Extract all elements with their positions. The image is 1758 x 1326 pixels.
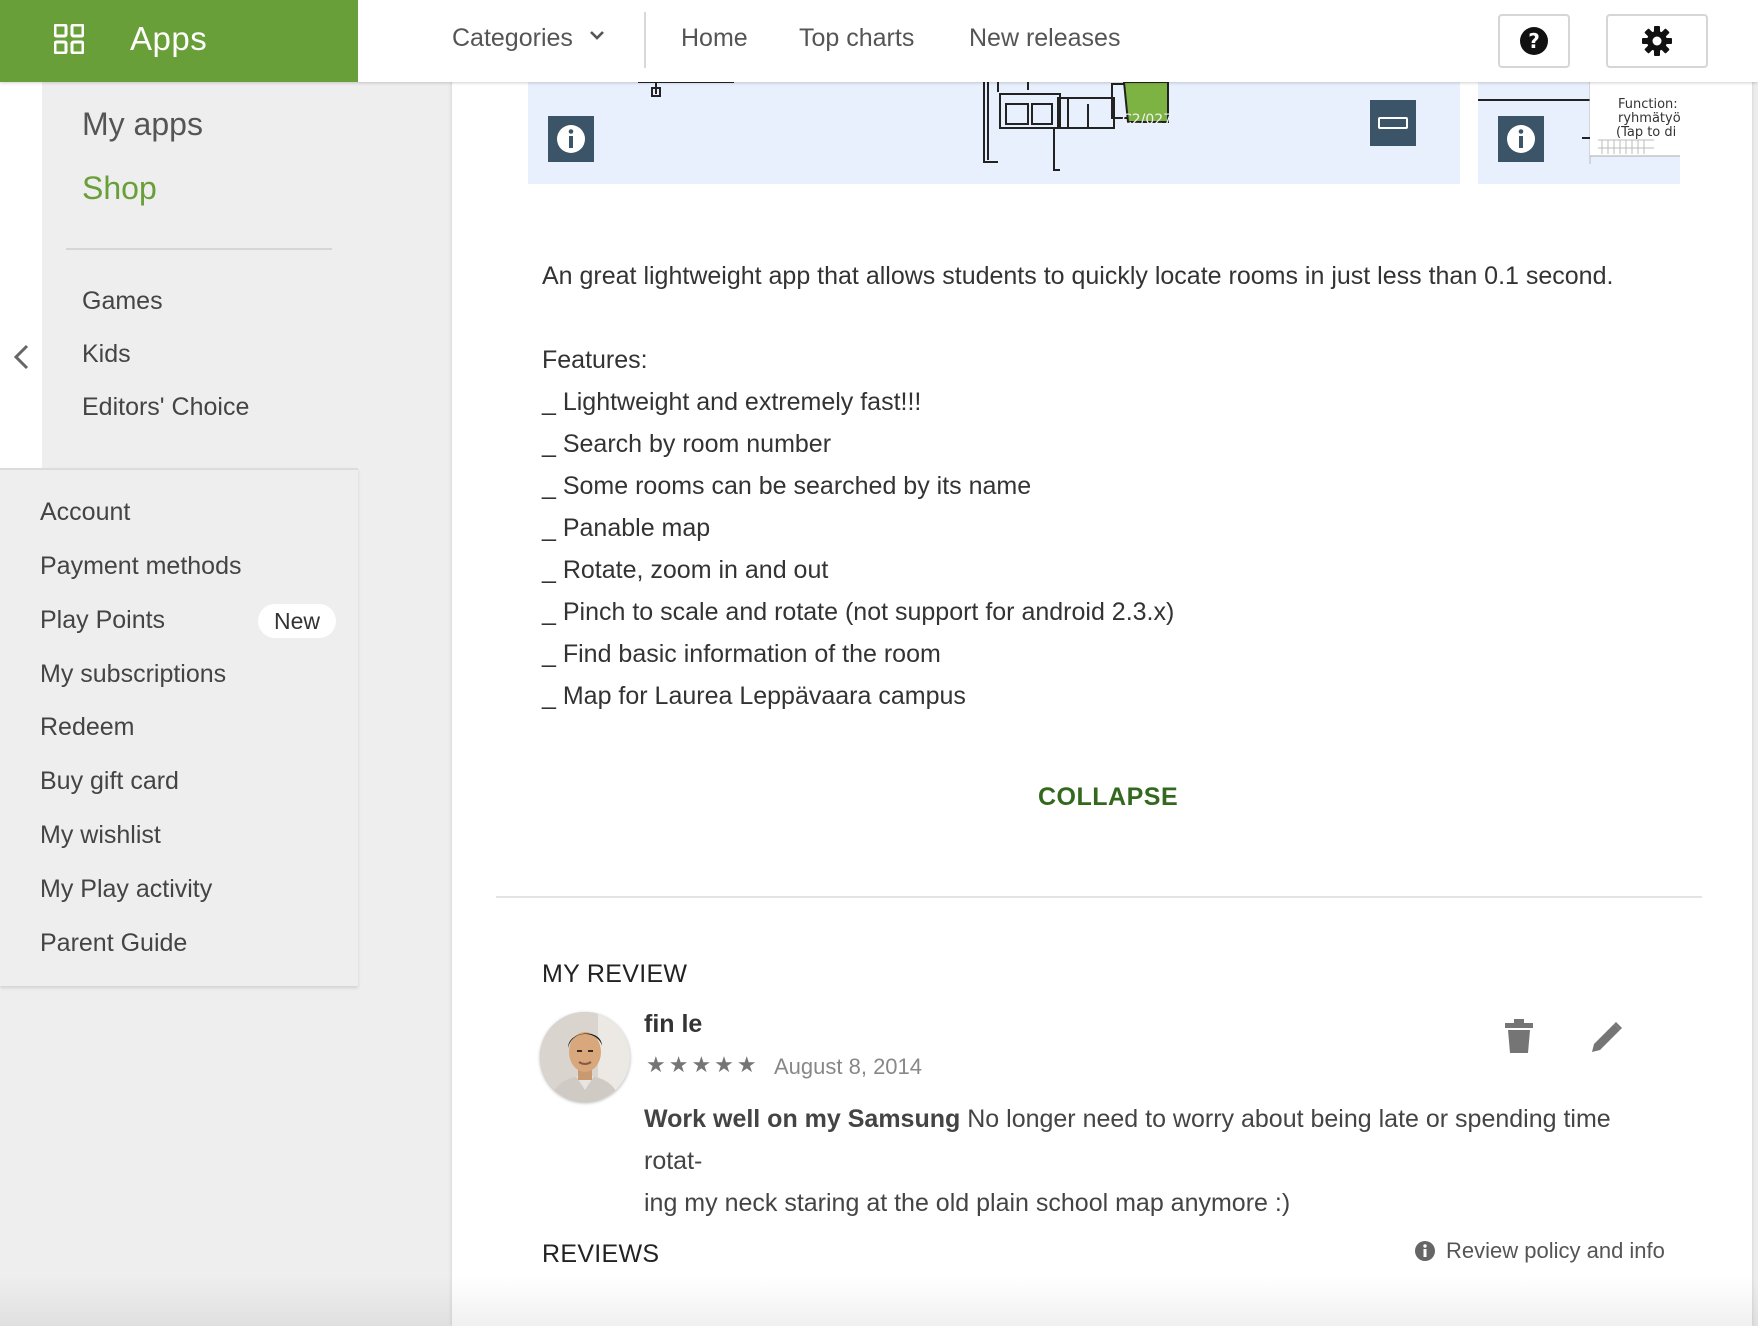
delete-review-button[interactable] (1504, 1018, 1534, 1059)
review-body-line: ing my neck staring at the old plain sch… (644, 1189, 1291, 1217)
review-policy-label: Review policy and info (1446, 1238, 1665, 1263)
gear-icon (1642, 26, 1672, 56)
floor-plan-image: C2/027 (638, 82, 1172, 171)
review-headline: Work well on my Samsung (644, 1105, 961, 1133)
info-button[interactable] (548, 116, 594, 162)
feature-item: _ Rotate, zoom in and out (542, 556, 829, 584)
sidebar-item-my-apps[interactable]: My apps (82, 106, 203, 143)
info-icon (1415, 1241, 1435, 1261)
apps-grid-icon (54, 24, 84, 54)
help-icon: ? (1520, 27, 1548, 55)
feature-item: _ Some rooms can be searched by its name (542, 472, 1032, 500)
user-photo (540, 1012, 630, 1102)
feature-item: _ Lightweight and extremely fast!!! (542, 388, 922, 416)
sidebar-item-buy-gift-card[interactable]: Buy gift card (40, 767, 179, 796)
review-policy-link[interactable]: Review policy and info (1414, 1238, 1665, 1264)
screenshot-thumbnail[interactable]: Function: ryhmätyö (Tap to di (1478, 82, 1680, 184)
sidebar-item-shop[interactable]: Shop (82, 170, 157, 207)
thumb-text-line: Function: (1618, 97, 1678, 112)
rating-stars: ★★★★★ (646, 1052, 760, 1077)
thumb-text-line: (Tap to di (1616, 125, 1676, 140)
sidebar-item-wishlist[interactable]: My wishlist (40, 821, 161, 850)
nav-top-charts[interactable]: Top charts (799, 24, 914, 53)
pencil-icon (1592, 1022, 1622, 1052)
minimize-button[interactable] (1370, 100, 1416, 146)
sidebar-item-parent-guide[interactable]: Parent Guide (40, 929, 187, 958)
screenshot-thumbnail[interactable]: C2/027 (528, 82, 1460, 184)
feature-item: _ Panable map (542, 514, 711, 542)
info-icon (557, 125, 585, 153)
new-badge: New (258, 604, 336, 638)
sidebar-item-editors-choice[interactable]: Editors' Choice (82, 393, 249, 422)
edit-review-button[interactable] (1590, 1020, 1624, 1059)
collapse-button[interactable]: COLLAPSE (1038, 783, 1178, 812)
feature-item: _ Search by room number (542, 430, 832, 458)
avatar (540, 1012, 630, 1102)
sidebar-item-subscriptions[interactable]: My subscriptions (40, 660, 226, 689)
feature-item: _ Find basic information of the room (542, 640, 941, 668)
sidebar-item-kids[interactable]: Kids (82, 340, 131, 369)
features-title: Features: (542, 346, 648, 374)
room-label: C2/027 (1122, 112, 1172, 128)
chevron-down-icon (589, 31, 604, 40)
sidebar-item-redeem[interactable]: Redeem (40, 713, 135, 742)
info-button[interactable] (1498, 116, 1544, 162)
sidebar-item-account[interactable]: Account (40, 498, 130, 527)
sidebar-divider (66, 248, 332, 250)
review-date: August 8, 2014 (774, 1054, 923, 1079)
sidebar-item-games[interactable]: Games (82, 287, 163, 316)
feature-item: _ Map for Laurea Leppävaara campus (542, 682, 966, 710)
sidebar-item-play-points[interactable]: Play Points (40, 606, 165, 635)
thumb-text-line: ryhmätyö (1618, 111, 1680, 126)
chevron-left-icon[interactable] (12, 344, 30, 370)
feature-item: _ Pinch to scale and rotate (not support… (542, 598, 1175, 626)
settings-button[interactable] (1606, 14, 1708, 68)
description-intro: An great lightweight app that allows stu… (542, 262, 1614, 290)
svg-text:?: ? (1528, 29, 1540, 53)
brand-label: Apps (130, 20, 208, 57)
help-button[interactable]: ? (1498, 14, 1570, 68)
nav-divider (644, 12, 646, 68)
info-icon (1507, 125, 1535, 153)
review-text: Work well on my Samsung No longer need t… (644, 1098, 1656, 1224)
my-review-title: MY REVIEW (542, 960, 688, 988)
reviews-title: REVIEWS (542, 1240, 660, 1268)
trash-icon (1505, 1019, 1533, 1053)
categories-dropdown[interactable]: Categories (452, 24, 604, 53)
nav-home[interactable]: Home (681, 24, 748, 53)
nav-new-releases[interactable]: New releases (969, 24, 1120, 53)
apps-brand[interactable]: Apps (0, 0, 358, 82)
section-divider (496, 896, 1702, 898)
reviewer-name: fin le (644, 1010, 703, 1038)
minimize-icon (1378, 117, 1408, 129)
sidebar-item-payment-methods[interactable]: Payment methods (40, 552, 242, 581)
sidebar-item-play-activity[interactable]: My Play activity (40, 875, 212, 904)
top-bar: Apps Categories Home Top charts New rele… (0, 0, 1758, 82)
categories-label: Categories (452, 24, 573, 52)
